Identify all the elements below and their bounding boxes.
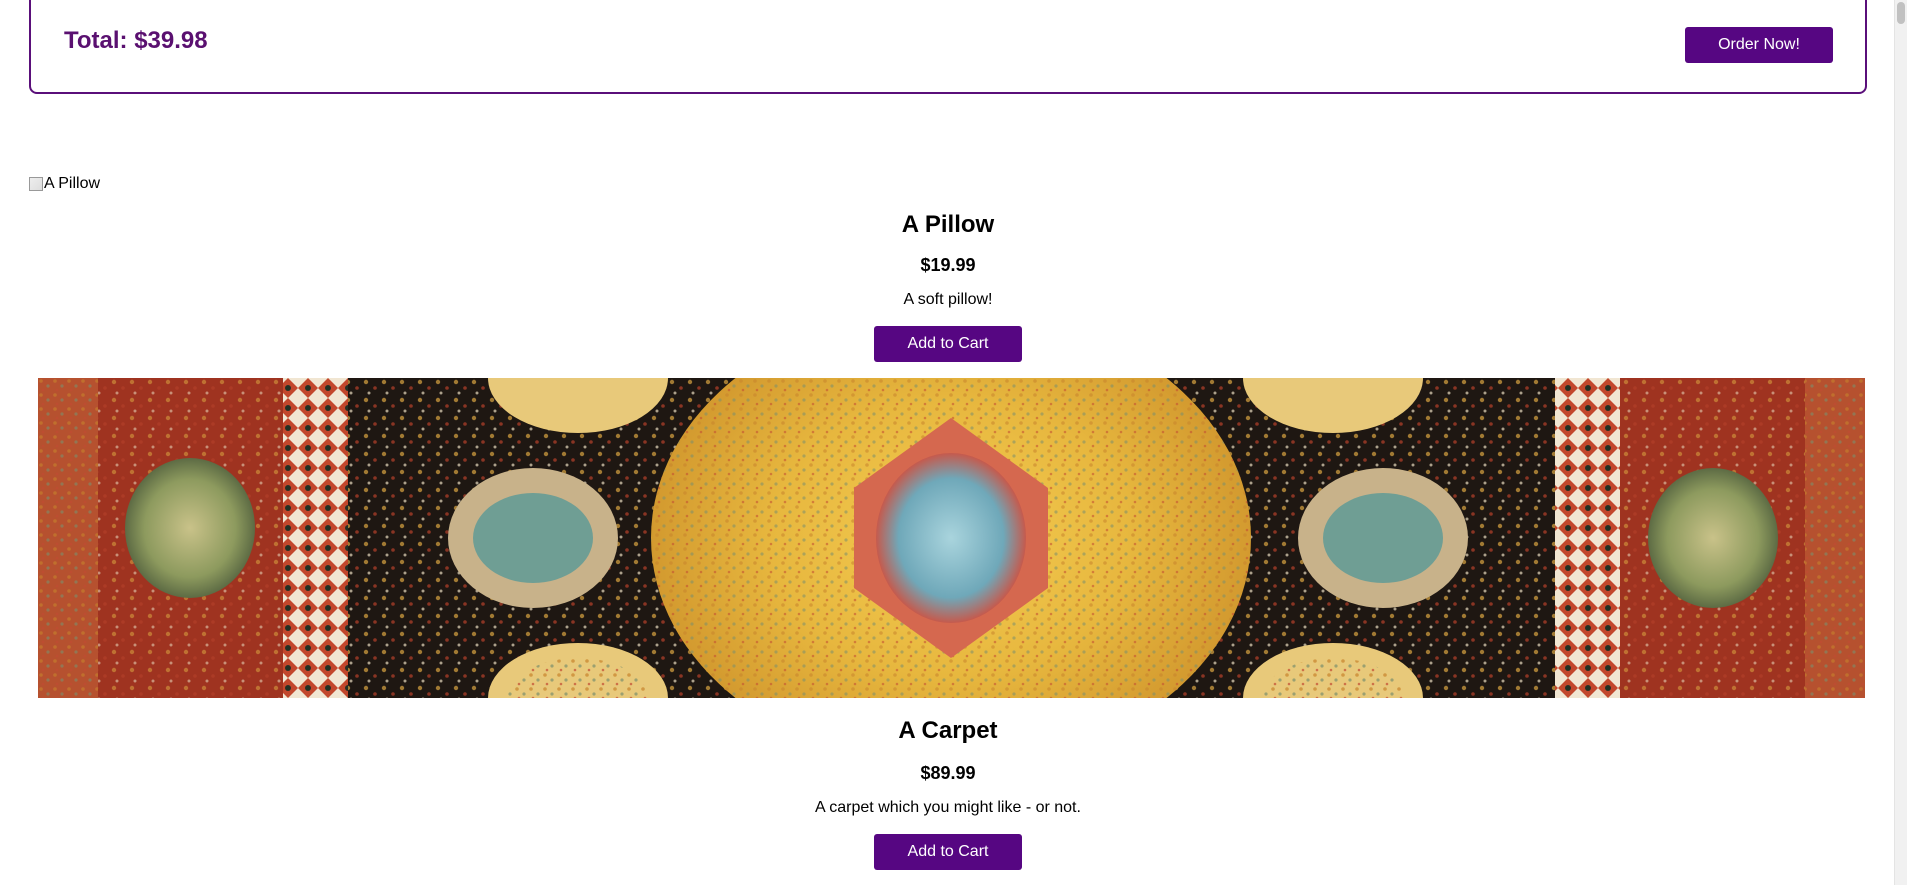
product-description: A soft pillow! [903,291,993,308]
carpet-picture [38,378,1865,698]
add-to-cart-button[interactable]: Add to Cart [874,326,1022,362]
product-price: $89.99 [920,763,976,783]
product-image-carpet [38,378,1865,698]
product-description: A carpet which you might like - or not. [815,799,1081,816]
image-alt-text: A Pillow [44,175,101,192]
product-item-carpet: A Carpet $89.99 A carpet which you might… [29,378,1867,878]
cart-total: Total: $39.98 [64,27,208,54]
shop-page: Total: $39.98 Order Now! A Pillow A Pill… [0,0,1907,885]
page-scrollbar[interactable] [1894,0,1907,885]
order-now-button[interactable]: Order Now! [1685,27,1833,63]
broken-image-icon [29,177,43,191]
product-name: A Carpet [898,717,998,744]
product-name: A Pillow [901,211,995,238]
cart-summary: Total: $39.98 Order Now! [29,0,1867,94]
product-item-pillow: A Pillow A Pillow $19.99 A soft pillow! … [29,175,1867,365]
scrollbar-thumb[interactable] [1897,2,1905,24]
product-price: $19.99 [920,255,976,275]
product-image-pillow: A Pillow [29,175,100,193]
add-to-cart-button[interactable]: Add to Cart [874,834,1022,870]
